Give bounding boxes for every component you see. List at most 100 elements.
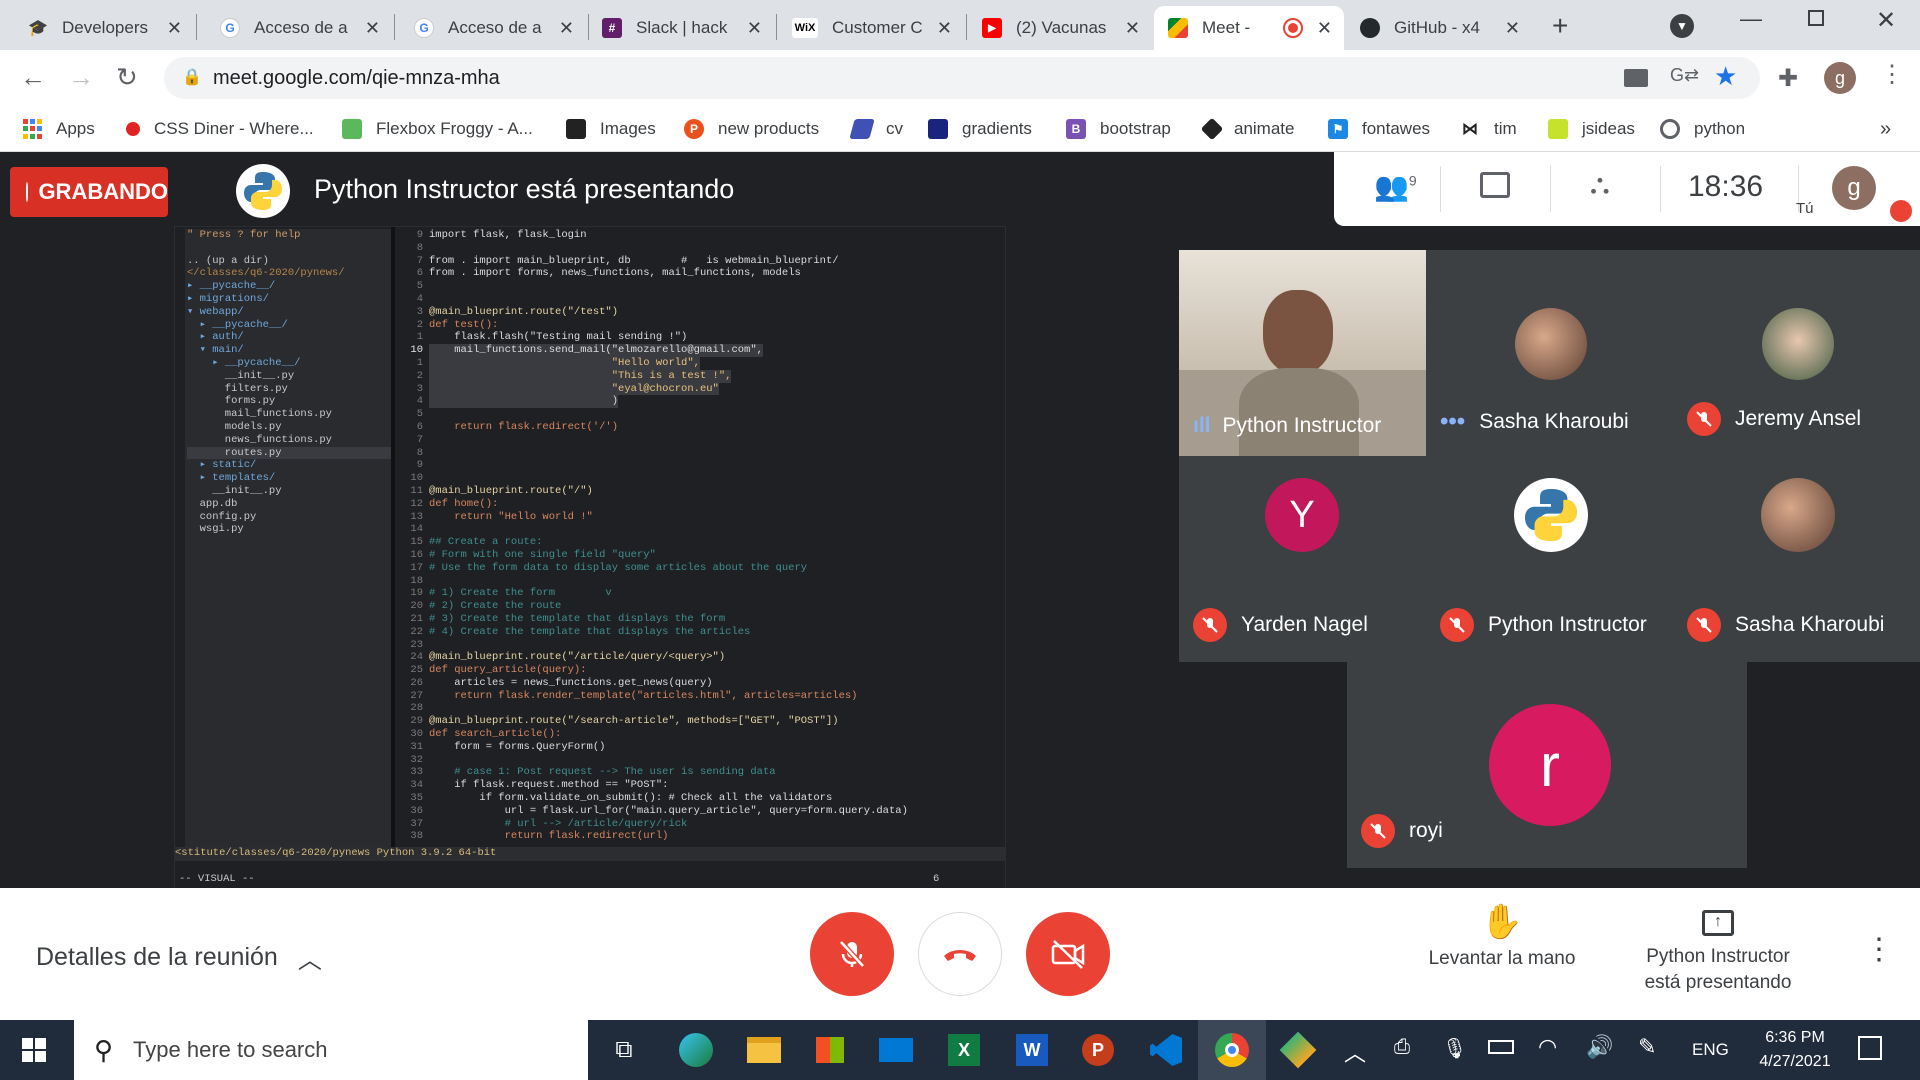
tree-line[interactable]: ▾ webapp/ xyxy=(187,306,391,319)
tree-line[interactable]: ▸ templates/ xyxy=(187,472,391,485)
show-hidden-icons-button[interactable]: ︿ xyxy=(1344,1036,1366,1068)
taskbar-clock[interactable]: 6:36 PM 4/27/2021 xyxy=(1752,1026,1838,1074)
participant-tile-jeremy[interactable]: Jeremy Ansel xyxy=(1673,250,1920,456)
excel-icon[interactable]: X xyxy=(944,1030,984,1070)
close-tab-icon[interactable]: ✕ xyxy=(747,18,762,39)
close-tab-icon[interactable]: ✕ xyxy=(365,18,380,39)
bookmark-python[interactable]: python xyxy=(1660,116,1745,142)
git-kraken-icon[interactable] xyxy=(1278,1030,1318,1070)
microsoft-store-icon[interactable] xyxy=(810,1030,850,1070)
close-tab-icon[interactable]: ✕ xyxy=(1317,18,1332,39)
tree-line[interactable]: __init__.py xyxy=(187,370,391,383)
presentation-button[interactable]: ↑ Python Instructor está presentando xyxy=(1626,910,1810,996)
restore-button[interactable] xyxy=(1808,10,1824,26)
toggle-camera-button[interactable] xyxy=(1026,912,1110,996)
file-explorer-icon[interactable] xyxy=(744,1030,784,1070)
browser-menu-icon[interactable]: ⋮ xyxy=(1880,60,1904,89)
translate-icon[interactable]: G⇄ xyxy=(1670,65,1699,86)
bookmark-animate[interactable]: animate xyxy=(1200,116,1294,142)
tree-line[interactable]: ▾ main/ xyxy=(187,344,391,357)
raise-hand-button[interactable]: ✋ Levantar la mano xyxy=(1422,902,1582,970)
participant-tile-python-instructor-video[interactable]: ıll Python Instructor xyxy=(1179,250,1426,456)
tree-line[interactable]: mail_functions.py xyxy=(187,408,391,421)
bookmarks-overflow-button[interactable]: » xyxy=(1880,116,1891,142)
tree-line[interactable]: routes.py xyxy=(187,446,391,460)
chrome-icon[interactable] xyxy=(1212,1030,1252,1070)
bookmark-gradients[interactable]: gradients xyxy=(928,116,1032,142)
edge-icon[interactable] xyxy=(676,1030,716,1070)
minimize-button[interactable]: — xyxy=(1740,6,1762,32)
tree-line[interactable]: news_functions.py xyxy=(187,434,391,447)
tab-wix[interactable]: WiX Customer C ✕ xyxy=(778,6,964,50)
notifications-icon[interactable] xyxy=(1858,1036,1882,1060)
participant-tile-yarden[interactable]: Y Yarden Nagel xyxy=(1179,456,1426,662)
camera-icon[interactable] xyxy=(1624,69,1648,87)
close-tab-icon[interactable]: ✕ xyxy=(167,18,182,39)
more-options-icon[interactable]: ⋮ xyxy=(1864,932,1894,967)
back-button[interactable]: ← xyxy=(20,62,46,93)
tab-search-icon[interactable]: ▼ xyxy=(1670,14,1694,38)
url-text[interactable]: meet.google.com/qie-mnza-mha xyxy=(213,67,500,90)
tab-developers[interactable]: 🎓 Developers ✕ xyxy=(14,6,194,50)
tree-line[interactable]: .. (up a dir) xyxy=(187,255,391,268)
tree-line[interactable]: app.db xyxy=(187,498,391,511)
tree-line[interactable]: wsgi.py xyxy=(187,523,391,536)
bookmark-star-icon[interactable]: ★ xyxy=(1714,61,1737,92)
chat-icon[interactable] xyxy=(1480,172,1510,198)
task-view-icon[interactable]: ⧉ xyxy=(604,1030,644,1070)
tab-acceso-2[interactable]: G Acceso de a ✕ xyxy=(400,6,586,50)
tree-line[interactable]: forms.py xyxy=(187,395,391,408)
close-tab-icon[interactable]: ✕ xyxy=(1125,18,1140,39)
tree-line[interactable]: ▸ migrations/ xyxy=(187,293,391,306)
powerpoint-icon[interactable]: P xyxy=(1078,1030,1118,1070)
close-tab-icon[interactable]: ✕ xyxy=(559,18,574,39)
word-icon[interactable]: W xyxy=(1012,1030,1052,1070)
microphone-icon[interactable]: 🎙 xyxy=(1442,1036,1467,1061)
bookmark-bootstrap[interactable]: Bbootstrap xyxy=(1066,116,1171,142)
tree-line[interactable]: ▸ __pycache__/ xyxy=(187,319,391,332)
bookmark-cv[interactable]: cv xyxy=(849,116,903,142)
close-tab-icon[interactable]: ✕ xyxy=(1505,18,1520,39)
tree-line[interactable]: " Press ? for help xyxy=(187,229,391,242)
wifi-icon[interactable]: ◠ xyxy=(1538,1034,1557,1060)
bookmark-css-diner[interactable]: CSS Diner - Where... xyxy=(126,116,314,142)
tree-line[interactable]: config.py xyxy=(187,511,391,524)
reload-button[interactable]: ↻ xyxy=(116,62,138,93)
participants-button[interactable]: 👥9 xyxy=(1374,170,1417,203)
tab-youtube[interactable]: ▶ (2) Vacunas ✕ xyxy=(968,6,1152,50)
tab-github[interactable]: GitHub - x4 ✕ xyxy=(1346,6,1532,50)
bookmark-jsideas[interactable]: jsideas xyxy=(1548,116,1635,142)
mail-icon[interactable] xyxy=(876,1030,916,1070)
volume-icon[interactable]: 🔊 xyxy=(1586,1034,1613,1060)
profile-avatar[interactable]: g xyxy=(1824,62,1856,94)
bookmark-apps[interactable]: Apps xyxy=(22,116,95,142)
tree-line[interactable]: ▸ __pycache__/ xyxy=(187,280,391,293)
participant-tile-sasha-2[interactable]: Sasha Kharoubi xyxy=(1673,456,1920,662)
bookmark-flexbox-froggy[interactable]: Flexbox Froggy - A... xyxy=(342,116,533,142)
participant-tile-sasha-1[interactable]: ••• Sasha Kharoubi xyxy=(1426,250,1673,456)
close-tab-icon[interactable]: ✕ xyxy=(937,18,952,39)
language-indicator[interactable]: ENG xyxy=(1692,1040,1729,1060)
bookmark-images[interactable]: Images xyxy=(566,116,656,142)
extensions-icon[interactable]: ✚ xyxy=(1778,64,1798,93)
tab-meet[interactable]: Meet - ✕ xyxy=(1154,6,1344,50)
battery-icon[interactable] xyxy=(1488,1040,1514,1054)
tree-line[interactable]: models.py xyxy=(187,421,391,434)
bookmark-tim[interactable]: ⋈ tim xyxy=(1460,116,1517,142)
participant-tile-python-instructor[interactable]: Python Instructor xyxy=(1426,456,1673,662)
tree-line[interactable]: __init__.py xyxy=(187,485,391,498)
more-options-icon[interactable]: ••• xyxy=(1440,408,1465,436)
bookmark-fontawes[interactable]: ⚑ fontawes xyxy=(1328,116,1430,142)
activities-icon[interactable]: ⛬ xyxy=(1590,168,1610,201)
new-tab-button[interactable]: + xyxy=(1552,10,1568,42)
tree-line[interactable]: </classes/q6-2020/pynews/ xyxy=(187,267,391,280)
address-bar[interactable]: 🔒 meet.google.com/qie-mnza-mha G⇄ ★ xyxy=(164,57,1760,99)
tree-line[interactable]: ▸ static/ xyxy=(187,459,391,472)
close-window-button[interactable]: ✕ xyxy=(1876,6,1896,35)
vscode-icon[interactable] xyxy=(1146,1030,1186,1070)
meeting-details-toggle[interactable]: Detalles de la reunión ︿ xyxy=(36,940,322,975)
pen-icon[interactable]: ✎ xyxy=(1638,1034,1656,1060)
participant-tile-royi[interactable]: r royi xyxy=(1347,662,1747,868)
toggle-microphone-button[interactable] xyxy=(810,912,894,996)
tree-line[interactable] xyxy=(187,242,391,255)
